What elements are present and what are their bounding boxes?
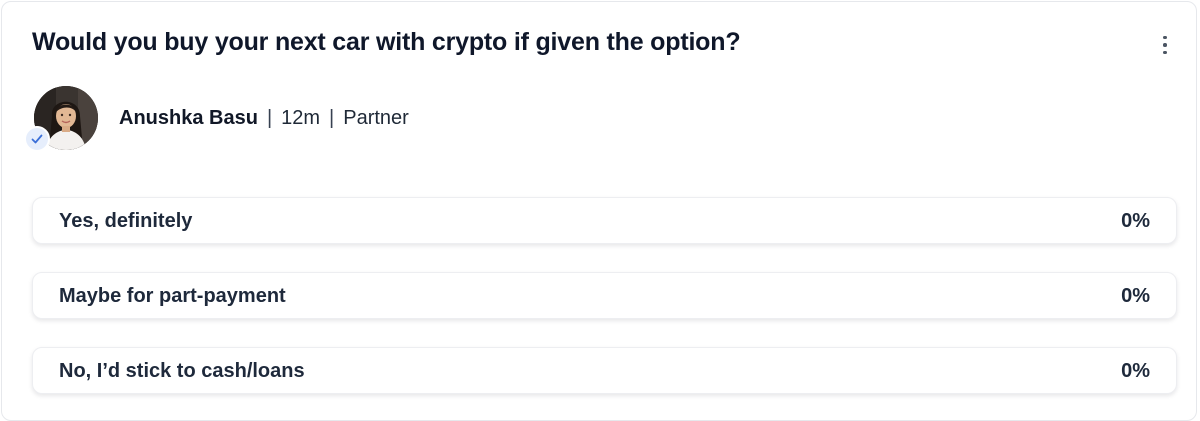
post-time: 12m [281, 107, 321, 129]
author-row: Anushka Basu | 12m | Partner [24, 84, 624, 156]
meta-separator: | [329, 107, 335, 129]
check-icon [31, 134, 43, 144]
verified-badge [24, 126, 50, 152]
more-vertical-icon [1163, 35, 1167, 40]
poll-option-percent: 0% [1121, 285, 1150, 307]
poll-option-label: Maybe for part-payment [59, 285, 286, 307]
poll-question: Would you buy your next car with crypto … [32, 28, 741, 56]
poll-option-percent: 0% [1121, 210, 1150, 232]
poll-card: Would you buy your next car with crypto … [1, 1, 1197, 421]
poll-option-yes[interactable]: Yes, definitely 0% [32, 197, 1177, 244]
poll-option-percent: 0% [1121, 360, 1150, 382]
meta-separator: | [266, 107, 273, 129]
author-meta: Anushka Basu | 12m | Partner [119, 107, 409, 130]
poll-option-maybe[interactable]: Maybe for part-payment 0% [32, 272, 1177, 319]
more-options-button[interactable] [1150, 30, 1180, 60]
author-role: Partner [343, 107, 409, 129]
poll-option-no[interactable]: No, I’d stick to cash/loans 0% [32, 347, 1177, 394]
author-name[interactable]: Anushka Basu [119, 107, 258, 130]
poll-option-label: No, I’d stick to cash/loans [59, 360, 305, 382]
poll-option-label: Yes, definitely [59, 210, 193, 232]
